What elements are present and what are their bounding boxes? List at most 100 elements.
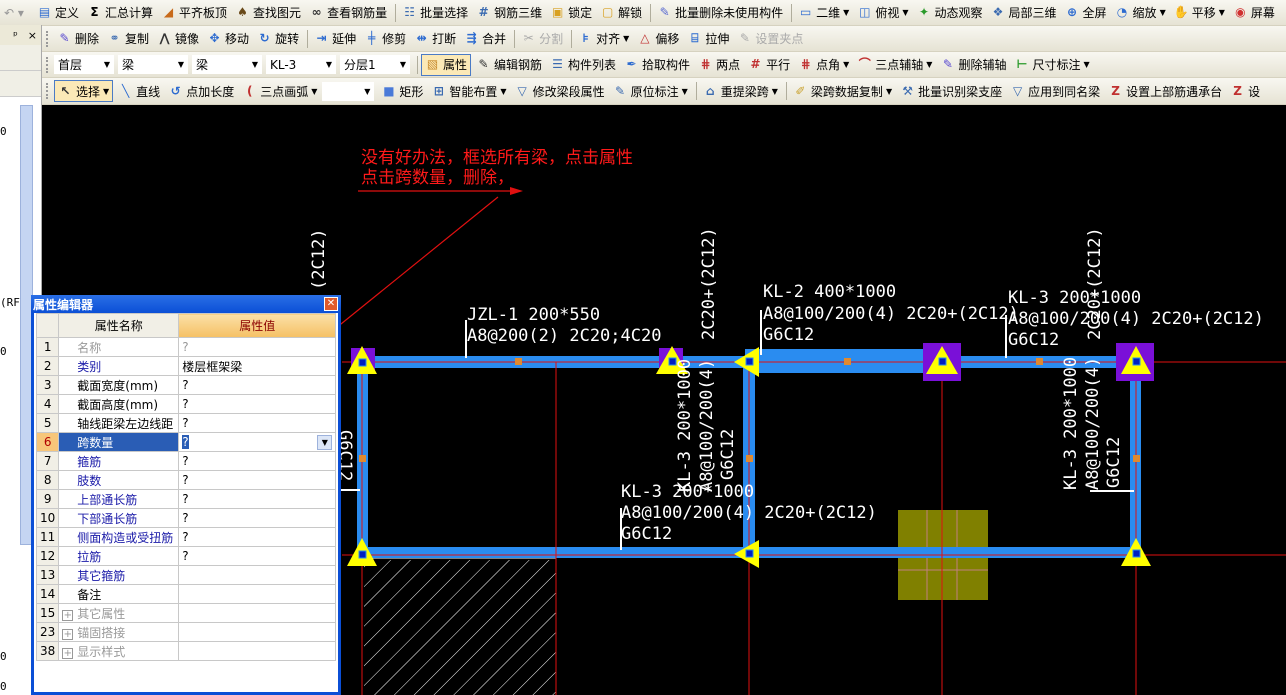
toolbar-button-fullscreen[interactable]: ⊕ 全屏	[1062, 2, 1110, 24]
toolbar-button-pick-component[interactable]: ✒ 拾取构件	[621, 54, 693, 76]
chevron-down-icon[interactable]: ▼	[926, 60, 932, 69]
chevron-down-icon[interactable]: ▼	[843, 60, 849, 69]
toolbar-button-two-point-axis[interactable]: ⋕ 两点	[695, 54, 743, 76]
component-select[interactable]: KL-3 ▼	[266, 55, 336, 74]
toolbar-button-lock[interactable]: ▣ 锁定	[547, 2, 595, 24]
property-row[interactable]: 15 + 其它属性	[35, 603, 337, 623]
property-row[interactable]: 5 轴线距梁左边线距?	[35, 413, 337, 433]
property-row[interactable]: 2 类别 楼层框架梁	[35, 356, 337, 376]
toolbar-button-define[interactable]: ▤ 定义	[34, 2, 82, 24]
chevron-down-icon[interactable]: ▼	[311, 87, 317, 96]
toolbar-button-apply-same-name[interactable]: ▽ 应用到同名梁	[1007, 80, 1103, 102]
property-value-text[interactable]: ?	[182, 397, 188, 411]
chevron-down-icon[interactable]: ▼	[623, 34, 629, 43]
property-row[interactable]: 11 侧面构造或受扭筋?	[35, 527, 337, 547]
toolbar-button-merge[interactable]: ⇶ 合并	[461, 28, 509, 50]
toolbar-button-properties[interactable]: ▧ 属性	[421, 53, 472, 76]
toolbar-button-trim[interactable]: ╪ 修剪	[361, 28, 409, 50]
toolbar-button-split[interactable]: ✂ 分割	[518, 28, 566, 50]
toolbar-button-zoom[interactable]: ◔ 缩放 ▼	[1112, 2, 1169, 24]
chevron-down-icon[interactable]: ▼	[500, 87, 506, 96]
property-value-text[interactable]: ?	[182, 530, 188, 544]
toolbar-button-delete[interactable]: ✎ 删除	[54, 28, 102, 50]
toolbar-button-identify-support[interactable]: ⚒ 批量识别梁支座	[897, 80, 1005, 102]
toolbar-button-three-point-axis[interactable]: ⌒ 三点辅轴 ▼	[854, 54, 935, 76]
property-row[interactable]: 9 上部通长筋?	[35, 489, 337, 509]
shape-select[interactable]: ▼	[322, 81, 375, 101]
toolbar-button-set[interactable]: Z设	[1227, 80, 1263, 102]
property-value-text[interactable]: ?	[182, 416, 188, 430]
toolbar-button-line[interactable]: ╲ 直线	[115, 80, 163, 102]
toolbar-button-point-angle-axis[interactable]: ⋕ 点角 ▼	[795, 54, 852, 76]
toolbar-button-copy[interactable]: ⚭ 复制	[104, 28, 152, 50]
chevron-down-icon[interactable]: ▼	[1083, 60, 1089, 69]
toolbar-button-rotate[interactable]: ↻ 旋转	[254, 28, 302, 50]
toolbar-button-cursor[interactable]: ↖ 选择 ▼	[54, 80, 114, 102]
toolbar-button-set-top-rebar[interactable]: Z 设置上部筋遇承台	[1105, 80, 1225, 102]
toolbar-button-dimension[interactable]: ⊢ 尺寸标注 ▼	[1011, 54, 1092, 76]
toolbar-button-stretch[interactable]: ⌸ 拉伸	[684, 28, 732, 50]
toolbar-button-component-list[interactable]: ☰ 构件列表	[547, 54, 619, 76]
property-row[interactable]: 7 箍筋?	[35, 451, 337, 471]
property-row[interactable]: 8 肢数?	[35, 470, 337, 490]
property-value-text[interactable]: ?	[182, 378, 188, 392]
category-select[interactable]: 梁 ▼	[118, 55, 188, 74]
toolbar-button-align-slab-top[interactable]: ◢ 平齐板顶	[158, 2, 230, 24]
expand-plus-icon[interactable]: +	[62, 647, 74, 659]
toolbar-button-modify-span[interactable]: ▽ 修改梁段属性	[512, 80, 608, 102]
toolbar-button-pan-hand[interactable]: ✋ 平移 ▼	[1171, 2, 1228, 24]
toolbar-button-align[interactable]: ⊧ 对齐 ▼	[575, 28, 632, 50]
toolbar-button-2d-view[interactable]: ▭ 二维 ▼	[795, 2, 852, 24]
chevron-down-icon[interactable]: ▼	[103, 87, 109, 96]
type-select[interactable]: 梁 ▼	[192, 55, 262, 74]
toolbar-button-mirror[interactable]: ⋀ 镜像	[154, 28, 202, 50]
toolbar-button-batch-select[interactable]: ☷ 批量选择	[399, 2, 471, 24]
chevron-down-icon[interactable]: ▼	[772, 87, 778, 96]
toolbar-button-glasses[interactable]: ∞ 查看钢筋量	[306, 2, 390, 24]
toolbar-button-local-3d[interactable]: ❖ 局部三维	[988, 2, 1060, 24]
sublayer-select[interactable]: 分层1 ▼	[340, 55, 410, 74]
property-value-text[interactable]: ?	[182, 454, 188, 468]
chevron-down-icon[interactable]: ▼	[1160, 8, 1166, 17]
toolbar-button-rectangle[interactable]: ■ 矩形	[378, 80, 426, 102]
property-value-text[interactable]: ?	[182, 434, 189, 449]
toolbar-button-in-situ-label[interactable]: ✎ 原位标注 ▼	[610, 80, 691, 102]
toolbar-button-parallel-axis[interactable]: # 平行	[745, 54, 793, 76]
undo-dropdown[interactable]: ↶ ▾	[0, 6, 34, 20]
chevron-down-icon[interactable]: ▼	[682, 87, 688, 96]
toolbar-button-move[interactable]: ✥ 移动	[204, 28, 252, 50]
property-row[interactable]: 1 名称?	[35, 337, 337, 357]
property-value-text[interactable]: ?	[182, 492, 188, 506]
column-header-value[interactable]: 属性值	[178, 313, 337, 338]
toolbar-button-re-extract-span[interactable]: ⌂ 重提梁跨 ▼	[700, 80, 781, 102]
pin-icon[interactable]: ᵖ	[13, 29, 18, 42]
property-value-text[interactable]: ?	[182, 340, 188, 354]
chevron-down-icon[interactable]: ▼	[843, 8, 849, 17]
toolbar-button-arc[interactable]: (三点画弧 ▼	[239, 80, 320, 102]
toolbar-button-binoculars[interactable]: ♠ 查找图元	[232, 2, 304, 24]
column-header-name[interactable]: 属性名称	[58, 313, 180, 338]
toolbar-button-extend[interactable]: ⇥ 延伸	[311, 28, 359, 50]
chevron-down-icon[interactable]: ▼	[886, 87, 892, 96]
toolbar-button-unlock[interactable]: ▢ 解锁	[597, 2, 645, 24]
property-row[interactable]: 4 截面高度(mm)?	[35, 394, 337, 414]
toolbar-button-rebar-3d[interactable]: # 钢筋三维	[473, 2, 545, 24]
property-row[interactable]: 38 + 显示样式	[35, 641, 337, 661]
expand-plus-icon[interactable]: +	[62, 628, 74, 640]
close-panel-icon[interactable]: ×	[28, 29, 37, 42]
toolbar-button-delete-axis[interactable]: ✎ 删除辅轴	[937, 54, 1009, 76]
toolbar-button-orbit[interactable]: ✦ 动态观察	[914, 2, 986, 24]
property-value-text[interactable]: ?	[182, 473, 188, 487]
property-row[interactable]: 23 + 锚固搭接	[35, 622, 337, 642]
toolbar-button-sigma[interactable]: Σ 汇总计算	[84, 2, 156, 24]
property-row[interactable]: 6 跨数量? ▼	[35, 432, 337, 452]
expand-plus-icon[interactable]: +	[62, 609, 74, 621]
chevron-down-icon[interactable]: ▼	[902, 8, 908, 17]
property-value-text[interactable]: ?	[182, 549, 188, 563]
toolbar-button-screen[interactable]: ◉ 屏幕	[1230, 2, 1278, 24]
floor-select[interactable]: 首层 ▼	[54, 55, 114, 74]
chevron-down-icon[interactable]: ▼	[317, 434, 333, 450]
close-icon[interactable]: ✕	[324, 297, 338, 311]
toolbar-button-smart-layout[interactable]: ⊞ 智能布置 ▼	[428, 80, 509, 102]
property-row[interactable]: 3 截面宽度(mm)?	[35, 375, 337, 395]
